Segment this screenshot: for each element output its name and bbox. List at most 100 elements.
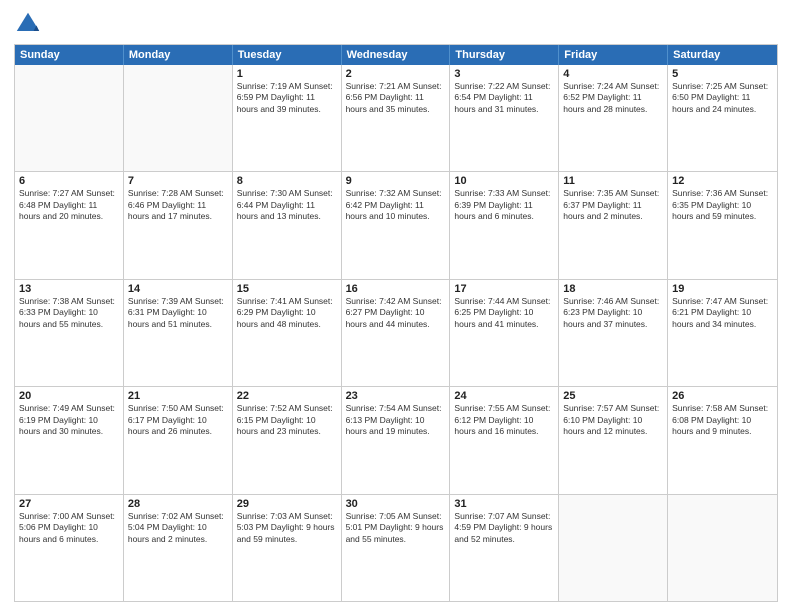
weekday-header: Monday bbox=[124, 45, 233, 65]
calendar-cell: 15Sunrise: 7:41 AM Sunset: 6:29 PM Dayli… bbox=[233, 280, 342, 386]
calendar-row: 6Sunrise: 7:27 AM Sunset: 6:48 PM Daylig… bbox=[15, 171, 777, 278]
day-number: 17 bbox=[454, 283, 554, 295]
day-number: 22 bbox=[237, 390, 337, 402]
cell-text: Sunrise: 7:33 AM Sunset: 6:39 PM Dayligh… bbox=[454, 188, 554, 222]
calendar-cell bbox=[15, 65, 124, 171]
weekday-header: Saturday bbox=[668, 45, 777, 65]
calendar-cell: 24Sunrise: 7:55 AM Sunset: 6:12 PM Dayli… bbox=[450, 387, 559, 493]
weekday-header: Sunday bbox=[15, 45, 124, 65]
calendar-cell: 16Sunrise: 7:42 AM Sunset: 6:27 PM Dayli… bbox=[342, 280, 451, 386]
calendar-cell: 9Sunrise: 7:32 AM Sunset: 6:42 PM Daylig… bbox=[342, 172, 451, 278]
day-number: 12 bbox=[672, 175, 773, 187]
cell-text: Sunrise: 7:38 AM Sunset: 6:33 PM Dayligh… bbox=[19, 296, 119, 330]
day-number: 2 bbox=[346, 68, 446, 80]
cell-text: Sunrise: 7:36 AM Sunset: 6:35 PM Dayligh… bbox=[672, 188, 773, 222]
calendar-cell bbox=[559, 495, 668, 601]
calendar-cell: 10Sunrise: 7:33 AM Sunset: 6:39 PM Dayli… bbox=[450, 172, 559, 278]
cell-text: Sunrise: 7:52 AM Sunset: 6:15 PM Dayligh… bbox=[237, 403, 337, 437]
cell-text: Sunrise: 7:57 AM Sunset: 6:10 PM Dayligh… bbox=[563, 403, 663, 437]
day-number: 9 bbox=[346, 175, 446, 187]
calendar-cell: 1Sunrise: 7:19 AM Sunset: 6:59 PM Daylig… bbox=[233, 65, 342, 171]
calendar-cell: 31Sunrise: 7:07 AM Sunset: 4:59 PM Dayli… bbox=[450, 495, 559, 601]
cell-text: Sunrise: 7:35 AM Sunset: 6:37 PM Dayligh… bbox=[563, 188, 663, 222]
day-number: 26 bbox=[672, 390, 773, 402]
calendar-cell: 8Sunrise: 7:30 AM Sunset: 6:44 PM Daylig… bbox=[233, 172, 342, 278]
calendar-cell: 21Sunrise: 7:50 AM Sunset: 6:17 PM Dayli… bbox=[124, 387, 233, 493]
calendar-cell: 29Sunrise: 7:03 AM Sunset: 5:03 PM Dayli… bbox=[233, 495, 342, 601]
day-number: 3 bbox=[454, 68, 554, 80]
day-number: 13 bbox=[19, 283, 119, 295]
cell-text: Sunrise: 7:25 AM Sunset: 6:50 PM Dayligh… bbox=[672, 81, 773, 115]
weekday-header: Tuesday bbox=[233, 45, 342, 65]
day-number: 20 bbox=[19, 390, 119, 402]
day-number: 16 bbox=[346, 283, 446, 295]
day-number: 11 bbox=[563, 175, 663, 187]
calendar-header: SundayMondayTuesdayWednesdayThursdayFrid… bbox=[15, 45, 777, 65]
cell-text: Sunrise: 7:50 AM Sunset: 6:17 PM Dayligh… bbox=[128, 403, 228, 437]
calendar-cell: 7Sunrise: 7:28 AM Sunset: 6:46 PM Daylig… bbox=[124, 172, 233, 278]
day-number: 29 bbox=[237, 498, 337, 510]
cell-text: Sunrise: 7:00 AM Sunset: 5:06 PM Dayligh… bbox=[19, 511, 119, 545]
calendar-cell: 4Sunrise: 7:24 AM Sunset: 6:52 PM Daylig… bbox=[559, 65, 668, 171]
calendar-cell: 25Sunrise: 7:57 AM Sunset: 6:10 PM Dayli… bbox=[559, 387, 668, 493]
day-number: 31 bbox=[454, 498, 554, 510]
day-number: 7 bbox=[128, 175, 228, 187]
day-number: 19 bbox=[672, 283, 773, 295]
weekday-header: Wednesday bbox=[342, 45, 451, 65]
cell-text: Sunrise: 7:41 AM Sunset: 6:29 PM Dayligh… bbox=[237, 296, 337, 330]
cell-text: Sunrise: 7:24 AM Sunset: 6:52 PM Dayligh… bbox=[563, 81, 663, 115]
calendar-body: 1Sunrise: 7:19 AM Sunset: 6:59 PM Daylig… bbox=[15, 65, 777, 601]
day-number: 6 bbox=[19, 175, 119, 187]
cell-text: Sunrise: 7:46 AM Sunset: 6:23 PM Dayligh… bbox=[563, 296, 663, 330]
header bbox=[14, 10, 778, 38]
day-number: 23 bbox=[346, 390, 446, 402]
logo-icon bbox=[14, 10, 42, 38]
cell-text: Sunrise: 7:03 AM Sunset: 5:03 PM Dayligh… bbox=[237, 511, 337, 545]
cell-text: Sunrise: 7:07 AM Sunset: 4:59 PM Dayligh… bbox=[454, 511, 554, 545]
calendar-cell: 2Sunrise: 7:21 AM Sunset: 6:56 PM Daylig… bbox=[342, 65, 451, 171]
page: SundayMondayTuesdayWednesdayThursdayFrid… bbox=[0, 0, 792, 612]
calendar-cell: 28Sunrise: 7:02 AM Sunset: 5:04 PM Dayli… bbox=[124, 495, 233, 601]
cell-text: Sunrise: 7:27 AM Sunset: 6:48 PM Dayligh… bbox=[19, 188, 119, 222]
cell-text: Sunrise: 7:22 AM Sunset: 6:54 PM Dayligh… bbox=[454, 81, 554, 115]
day-number: 24 bbox=[454, 390, 554, 402]
calendar-cell: 6Sunrise: 7:27 AM Sunset: 6:48 PM Daylig… bbox=[15, 172, 124, 278]
calendar-row: 1Sunrise: 7:19 AM Sunset: 6:59 PM Daylig… bbox=[15, 65, 777, 171]
cell-text: Sunrise: 7:05 AM Sunset: 5:01 PM Dayligh… bbox=[346, 511, 446, 545]
cell-text: Sunrise: 7:32 AM Sunset: 6:42 PM Dayligh… bbox=[346, 188, 446, 222]
day-number: 30 bbox=[346, 498, 446, 510]
calendar-cell: 12Sunrise: 7:36 AM Sunset: 6:35 PM Dayli… bbox=[668, 172, 777, 278]
cell-text: Sunrise: 7:49 AM Sunset: 6:19 PM Dayligh… bbox=[19, 403, 119, 437]
calendar-cell: 19Sunrise: 7:47 AM Sunset: 6:21 PM Dayli… bbox=[668, 280, 777, 386]
cell-text: Sunrise: 7:42 AM Sunset: 6:27 PM Dayligh… bbox=[346, 296, 446, 330]
cell-text: Sunrise: 7:44 AM Sunset: 6:25 PM Dayligh… bbox=[454, 296, 554, 330]
calendar-cell: 30Sunrise: 7:05 AM Sunset: 5:01 PM Dayli… bbox=[342, 495, 451, 601]
calendar-row: 27Sunrise: 7:00 AM Sunset: 5:06 PM Dayli… bbox=[15, 494, 777, 601]
day-number: 14 bbox=[128, 283, 228, 295]
cell-text: Sunrise: 7:28 AM Sunset: 6:46 PM Dayligh… bbox=[128, 188, 228, 222]
calendar-cell: 18Sunrise: 7:46 AM Sunset: 6:23 PM Dayli… bbox=[559, 280, 668, 386]
day-number: 27 bbox=[19, 498, 119, 510]
day-number: 8 bbox=[237, 175, 337, 187]
day-number: 28 bbox=[128, 498, 228, 510]
cell-text: Sunrise: 7:39 AM Sunset: 6:31 PM Dayligh… bbox=[128, 296, 228, 330]
calendar-row: 13Sunrise: 7:38 AM Sunset: 6:33 PM Dayli… bbox=[15, 279, 777, 386]
weekday-header: Thursday bbox=[450, 45, 559, 65]
day-number: 4 bbox=[563, 68, 663, 80]
day-number: 15 bbox=[237, 283, 337, 295]
calendar-cell: 3Sunrise: 7:22 AM Sunset: 6:54 PM Daylig… bbox=[450, 65, 559, 171]
logo bbox=[14, 10, 46, 38]
calendar-cell: 27Sunrise: 7:00 AM Sunset: 5:06 PM Dayli… bbox=[15, 495, 124, 601]
cell-text: Sunrise: 7:02 AM Sunset: 5:04 PM Dayligh… bbox=[128, 511, 228, 545]
calendar-cell: 20Sunrise: 7:49 AM Sunset: 6:19 PM Dayli… bbox=[15, 387, 124, 493]
calendar-cell: 13Sunrise: 7:38 AM Sunset: 6:33 PM Dayli… bbox=[15, 280, 124, 386]
calendar-cell: 22Sunrise: 7:52 AM Sunset: 6:15 PM Dayli… bbox=[233, 387, 342, 493]
day-number: 25 bbox=[563, 390, 663, 402]
calendar-cell bbox=[668, 495, 777, 601]
weekday-header: Friday bbox=[559, 45, 668, 65]
calendar-cell: 26Sunrise: 7:58 AM Sunset: 6:08 PM Dayli… bbox=[668, 387, 777, 493]
calendar: SundayMondayTuesdayWednesdayThursdayFrid… bbox=[14, 44, 778, 602]
day-number: 21 bbox=[128, 390, 228, 402]
day-number: 10 bbox=[454, 175, 554, 187]
cell-text: Sunrise: 7:21 AM Sunset: 6:56 PM Dayligh… bbox=[346, 81, 446, 115]
